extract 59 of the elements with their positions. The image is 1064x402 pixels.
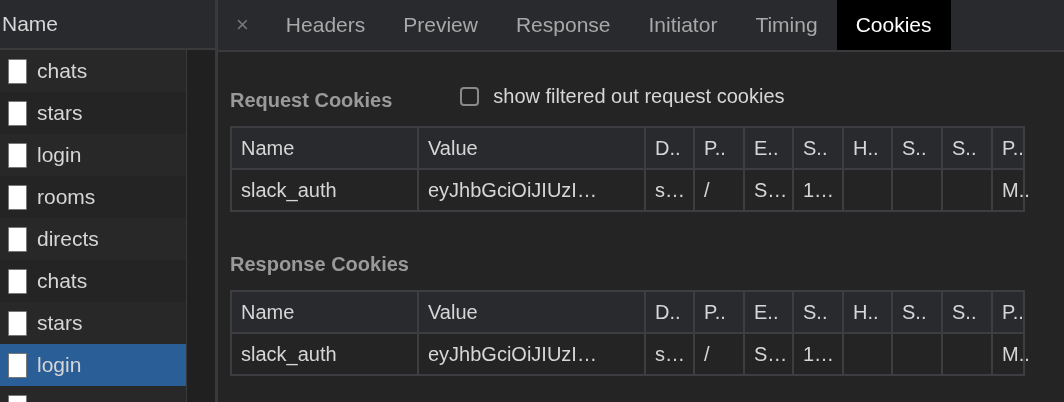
request-row[interactable]: login <box>0 344 186 386</box>
request-row[interactable]: chats <box>0 50 186 92</box>
column-header[interactable]: P.. <box>993 128 1025 170</box>
column-header[interactable]: S.. <box>794 292 844 334</box>
column-header[interactable]: P.. <box>695 128 745 170</box>
request-row[interactable]: stars <box>0 92 186 134</box>
file-icon <box>8 352 27 378</box>
tab[interactable]: Timing <box>736 0 837 50</box>
tab[interactable]: Cookies <box>836 0 951 50</box>
column-header[interactable]: S.. <box>943 292 993 334</box>
table-cell: s… <box>646 170 695 212</box>
column-header[interactable]: S.. <box>943 128 993 170</box>
column-header[interactable]: P.. <box>695 292 745 334</box>
table-cell: / <box>695 334 745 376</box>
file-icon <box>8 226 27 252</box>
request-row[interactable]: directs <box>0 218 186 260</box>
column-header[interactable]: E.. <box>745 128 794 170</box>
column-header[interactable]: D.. <box>646 128 695 170</box>
table-cell: slack_auth <box>232 170 419 212</box>
file-icon <box>8 142 27 168</box>
table-cell: eyJhbGciOiJIUzI… <box>419 334 646 376</box>
tab[interactable]: Headers <box>266 0 385 50</box>
table-cell: slack_auth <box>232 334 419 376</box>
column-header[interactable]: Name <box>232 292 419 334</box>
column-header[interactable]: P.. <box>993 292 1025 334</box>
column-header[interactable]: S.. <box>893 128 943 170</box>
checkbox-label: show filtered out request cookies <box>493 84 785 108</box>
section-title: Response Cookies <box>230 252 409 276</box>
tab[interactable]: Preview <box>384 0 497 50</box>
column-header[interactable]: S.. <box>794 128 844 170</box>
column-header: Name <box>1 12 59 36</box>
section-title: Request Cookies <box>230 88 393 112</box>
column-header[interactable]: Name <box>232 128 419 170</box>
request-row[interactable]: chats <box>0 260 186 302</box>
table-cell: eyJhbGciOiJIUzI… <box>419 170 646 212</box>
request-row[interactable]: login <box>0 134 186 176</box>
table-cell: 1… <box>794 170 844 212</box>
tab[interactable]: Initiator <box>629 0 737 50</box>
checkbox[interactable] <box>460 86 480 106</box>
file-icon <box>8 184 27 210</box>
column-header[interactable]: Value <box>419 292 646 334</box>
table-cell: S… <box>745 170 794 212</box>
table-cell: 1… <box>794 334 844 376</box>
table-cell: S… <box>745 334 794 376</box>
column-header[interactable]: H.. <box>844 292 893 334</box>
column-header[interactable]: S.. <box>893 292 943 334</box>
request-row[interactable]: stars <box>0 302 186 344</box>
table-cell: / <box>695 170 745 212</box>
file-icon <box>8 268 27 294</box>
file-icon <box>8 100 27 126</box>
file-icon <box>8 310 27 336</box>
column-header[interactable]: E.. <box>745 292 794 334</box>
table-cell: s… <box>646 334 695 376</box>
column-header[interactable]: Value <box>419 128 646 170</box>
file-icon <box>8 58 27 84</box>
request-row[interactable]: rooms <box>0 176 186 218</box>
column-header[interactable]: H.. <box>844 128 893 170</box>
tab[interactable]: Response <box>496 0 630 50</box>
column-header[interactable]: D.. <box>646 292 695 334</box>
